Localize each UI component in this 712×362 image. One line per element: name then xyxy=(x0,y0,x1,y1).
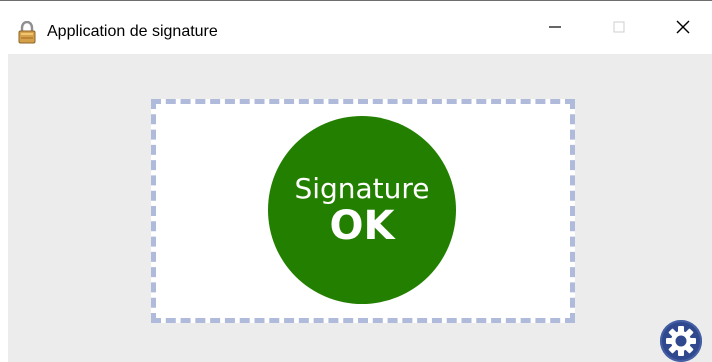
signature-status-label: Signature xyxy=(294,172,430,205)
signature-status-value: OK xyxy=(329,203,395,249)
window-title: Application de signature xyxy=(47,23,218,40)
lock-icon xyxy=(17,20,37,45)
title-bar[interactable]: Application de signature xyxy=(0,1,712,53)
settings-button[interactable] xyxy=(660,320,702,362)
minimize-button[interactable] xyxy=(526,1,584,53)
gear-icon xyxy=(666,326,696,356)
close-button[interactable] xyxy=(654,1,712,53)
close-icon xyxy=(676,20,690,34)
maximize-icon xyxy=(613,21,625,33)
minimize-icon xyxy=(549,26,561,28)
signature-status-indicator: Signature OK xyxy=(268,116,456,304)
signature-application-window: Application de signature Signature OK xyxy=(0,0,712,362)
main-content-area: Signature OK xyxy=(8,54,712,362)
maximize-button[interactable] xyxy=(590,1,648,53)
